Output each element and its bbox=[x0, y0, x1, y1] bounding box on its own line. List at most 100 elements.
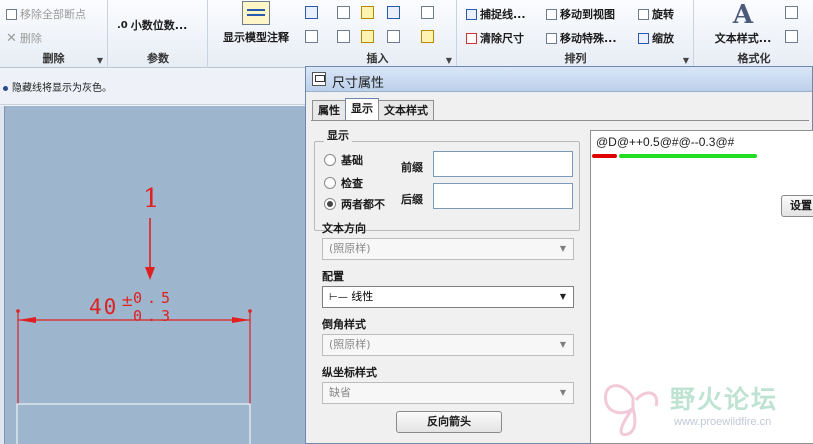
insert-tool-icon-6[interactable] bbox=[305, 30, 318, 43]
ribbon-group-insert: 显示模型注释 插入 ▼ bbox=[209, 0, 457, 68]
chevron-down-icon: ▼ bbox=[559, 292, 566, 301]
rotate-label: 旋转 bbox=[652, 8, 674, 21]
dialog-title: 尺寸属性 bbox=[332, 76, 385, 91]
chamfer-style-select[interactable]: (照原样) ▼ bbox=[322, 334, 574, 356]
ordinate-style-label: 纵坐标样式 bbox=[322, 366, 377, 379]
breakpoint-icon bbox=[6, 8, 17, 20]
radio-neither-circle bbox=[324, 198, 336, 210]
tolerance-plus-sign: ± bbox=[121, 292, 134, 310]
clean-dims-label: 清除尺寸 bbox=[480, 32, 524, 45]
ordinate-style-value: 缺省 bbox=[329, 386, 351, 399]
tab-text-style[interactable]: 文本样式 bbox=[378, 100, 434, 121]
config-label: 配置 bbox=[322, 270, 344, 283]
dimension-value: 40 bbox=[89, 295, 118, 319]
insert-tool-icon-10[interactable] bbox=[421, 30, 434, 43]
prefix-input[interactable] bbox=[433, 151, 573, 177]
extension-dot-right bbox=[248, 309, 252, 313]
dialog-titlebar[interactable]: 尺寸属性 bbox=[306, 67, 812, 92]
move-special-icon bbox=[546, 32, 557, 44]
suffix-label: 后缀 bbox=[401, 193, 423, 206]
insert-tool-icon-7[interactable] bbox=[337, 30, 350, 43]
butterfly-logo-icon bbox=[604, 384, 659, 437]
move-special-button[interactable]: 移动特殊... bbox=[546, 30, 617, 46]
clean-dims-button[interactable]: 清除尺寸 bbox=[466, 30, 524, 46]
radio-basic[interactable]: 基础 bbox=[324, 152, 363, 168]
chevron-down-icon: ▼ bbox=[559, 340, 566, 349]
arrange-group-expand-icon[interactable]: ▼ bbox=[683, 56, 689, 65]
linear-dim-icon: ⊢— bbox=[329, 292, 348, 303]
decimal-places-label: 小数位数... bbox=[130, 19, 188, 32]
insert-tool-icon-2[interactable] bbox=[337, 6, 350, 19]
delete-label: 删除 bbox=[19, 32, 42, 45]
dimension-arrow-left bbox=[18, 317, 36, 323]
move-to-view-label: 移动到视图 bbox=[560, 8, 615, 21]
config-value: 线性 bbox=[351, 290, 374, 303]
snap-lines-button[interactable]: 捕捉线... bbox=[466, 6, 526, 22]
annotation-underlines bbox=[592, 154, 757, 158]
ordinate-style-select[interactable]: 缺省 ▼ bbox=[322, 382, 574, 404]
text-direction-value: (照原样) bbox=[329, 242, 371, 255]
delete-group-label: 删除 bbox=[42, 52, 65, 65]
format-tool-icon-1[interactable] bbox=[785, 6, 798, 19]
chamfer-style-label: 倒角样式 bbox=[322, 318, 366, 331]
callout-number: 1 bbox=[143, 184, 160, 214]
delete-x-icon: ✕ bbox=[6, 30, 17, 46]
decimal-places-button[interactable]: .0 小数位数... bbox=[117, 17, 187, 33]
snap-lines-icon bbox=[466, 8, 477, 20]
ribbon-group-params: .0 小数位数... 参数 bbox=[109, 0, 208, 68]
insert-tool-icon-5[interactable] bbox=[421, 6, 434, 19]
remove-all-breakpoints-button[interactable]: 移除全部断点 bbox=[6, 6, 86, 22]
radio-neither[interactable]: 两者都不 bbox=[324, 196, 385, 212]
model-annotation-icon bbox=[242, 1, 270, 25]
extension-dot-left bbox=[16, 309, 20, 313]
insert-tool-icon-9[interactable] bbox=[387, 30, 400, 43]
tab-display[interactable]: 显示 bbox=[345, 98, 379, 121]
watermark-url: www.proewildfire.cn bbox=[674, 416, 772, 428]
decimal-icon: .0 bbox=[117, 19, 128, 31]
tolerance-upper: 0.5 bbox=[133, 289, 175, 307]
callout-arrowhead bbox=[145, 267, 155, 280]
insert-tool-icon-3[interactable] bbox=[361, 6, 374, 19]
text-style-button[interactable]: A 文本样式... bbox=[705, 2, 781, 46]
format-tool-icon-2[interactable] bbox=[785, 30, 798, 43]
snap-lines-label: 捕捉线... bbox=[480, 8, 526, 21]
ribbon-group-format: A 文本样式... 格式化 bbox=[695, 0, 813, 68]
arrange-group-label: 排列 bbox=[564, 52, 587, 65]
rotate-button[interactable]: 旋转 bbox=[638, 6, 674, 22]
delete-group-expand-icon[interactable]: ▼ bbox=[97, 56, 103, 65]
insert-group-expand-icon[interactable]: ▼ bbox=[446, 56, 452, 65]
insert-tool-icon-1[interactable] bbox=[305, 6, 318, 19]
format-group-label: 格式化 bbox=[737, 52, 771, 65]
tab-properties[interactable]: 属性 bbox=[312, 100, 346, 121]
show-model-annotation-label: 显示模型注释 bbox=[223, 31, 289, 44]
insert-group-label: 插入 bbox=[366, 52, 389, 65]
dialog-window-icon bbox=[312, 72, 326, 86]
ribbon-group-arrange: 捕捉线... 移动到视图 旋转 清除尺寸 移动特殊... 缩放 排列 ▼ bbox=[458, 0, 694, 68]
radio-inspect[interactable]: 检查 bbox=[324, 175, 363, 191]
zoom-icon bbox=[638, 32, 649, 44]
text-style-icon: A bbox=[732, 0, 754, 30]
reverse-arrow-button[interactable]: 反向箭头 bbox=[396, 411, 502, 433]
drawing-svg: 1 40 ± 0.5 0.3 bbox=[16, 184, 252, 444]
suffix-input[interactable] bbox=[433, 183, 573, 209]
ribbon-group-delete: 移除全部断点 ✕ 删除 删除 ▼ bbox=[0, 0, 108, 68]
show-model-annotation-button[interactable]: 显示模型注释 bbox=[213, 1, 299, 45]
settings-button[interactable]: 设置 bbox=[781, 195, 813, 217]
dimension-arrow-right bbox=[232, 317, 250, 323]
dialog-tabs: 属性 显示 文本样式 bbox=[312, 98, 434, 121]
message-bar: 隐藏线将显示为灰色。 bbox=[0, 69, 305, 105]
drawing-canvas[interactable]: 1 40 ± 0.5 0.3 bbox=[4, 106, 305, 444]
clean-dims-icon bbox=[466, 32, 477, 44]
text-direction-select[interactable]: (照原样) ▼ bbox=[322, 238, 574, 260]
delete-button[interactable]: ✕ 删除 bbox=[6, 30, 42, 46]
config-select[interactable]: ⊢— 线性 ▼ bbox=[322, 286, 574, 308]
radio-inspect-label: 检查 bbox=[341, 177, 363, 190]
insert-tool-icon-8[interactable] bbox=[361, 30, 374, 43]
move-to-view-button[interactable]: 移动到视图 bbox=[546, 6, 615, 22]
remove-all-breakpoints-label: 移除全部断点 bbox=[20, 8, 86, 21]
move-special-label: 移动特殊... bbox=[560, 32, 617, 45]
zoom-button[interactable]: 缩放 bbox=[638, 30, 674, 46]
message-text: 隐藏线将显示为灰色。 bbox=[3, 79, 112, 94]
insert-tool-icon-4[interactable] bbox=[387, 6, 400, 19]
watermark: 野火论坛 www.proewildfire.cn bbox=[598, 378, 813, 444]
